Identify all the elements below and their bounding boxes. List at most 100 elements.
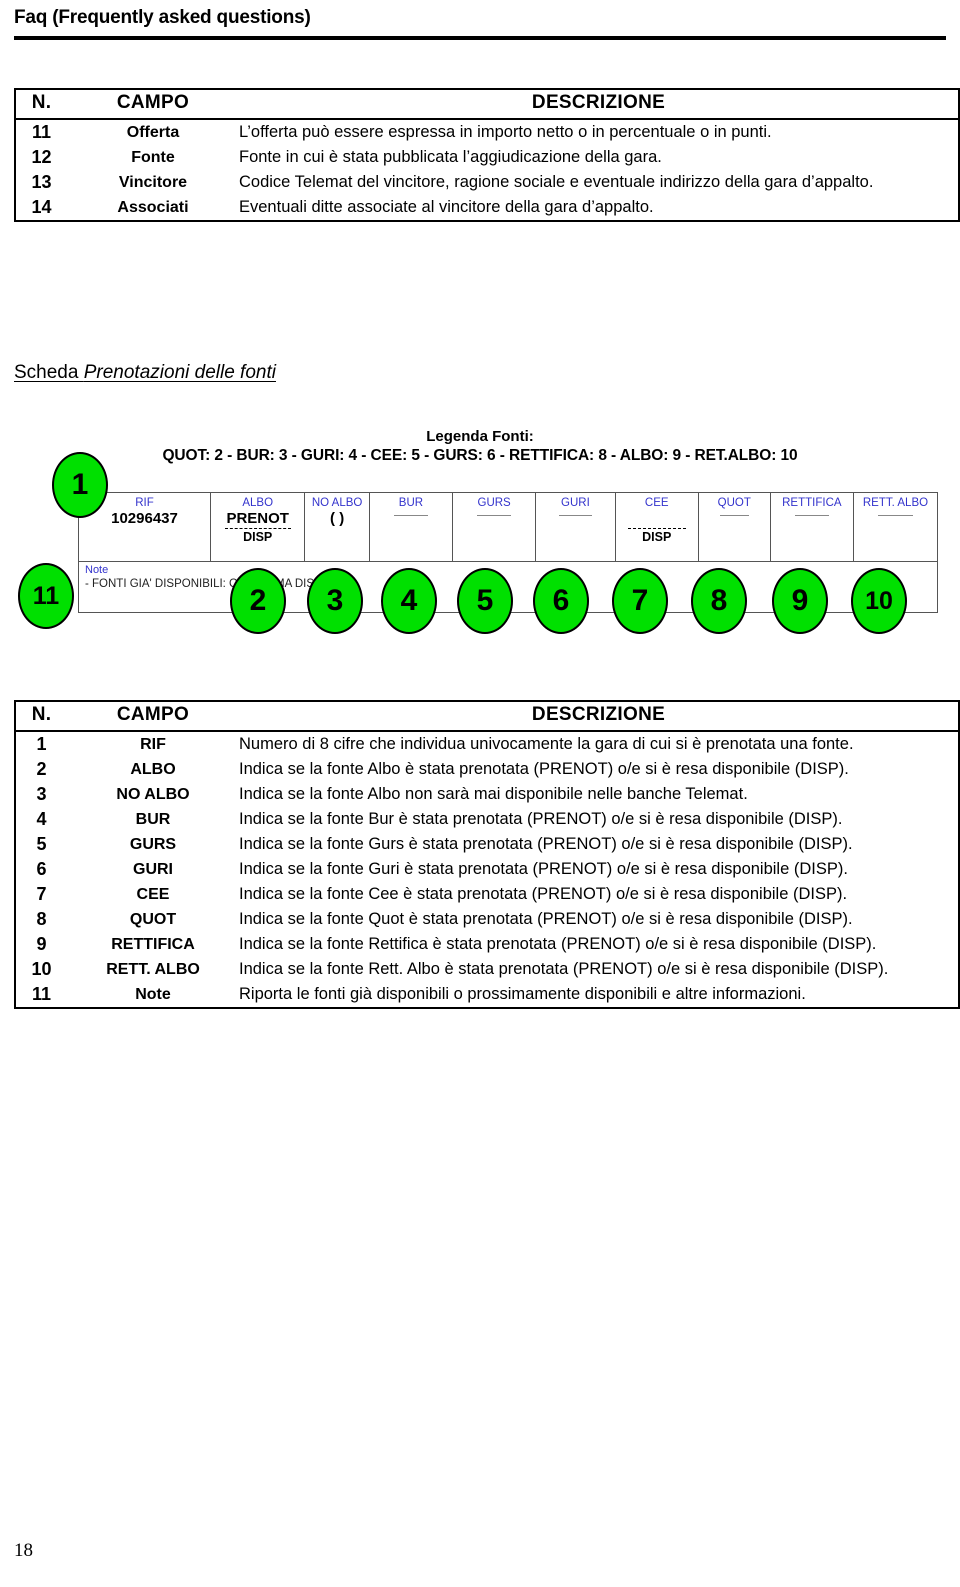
cell-number: 6 xyxy=(36,859,47,879)
cell-descrizione: Fonte in cui è stata pubblicata l’aggiud… xyxy=(239,148,662,166)
cell-descrizione: Indica se la fonte Bur è stata prenotata… xyxy=(239,810,843,828)
column-header-descrizione: DESCRIZIONE xyxy=(239,701,959,732)
screenshot-column-label: RETT. ALBO xyxy=(862,497,929,509)
screenshot-column-gurs: GURS xyxy=(453,493,537,561)
callout-6: 6 xyxy=(533,568,589,634)
page-title: Faq (Frequently asked questions) xyxy=(14,7,311,28)
column-header-n: N. xyxy=(15,701,67,732)
table-row: 5 GURS Indica se la fonte Gurs è stata pre… xyxy=(15,832,959,857)
cell-campo: QUOT xyxy=(129,911,177,928)
table-row: 3 NO ALBO Indica se la fonte Albo non sarà… xyxy=(15,782,959,807)
screenshot-column-label: GURS xyxy=(477,497,511,509)
screenshot-column-substatus: DISP xyxy=(642,530,672,544)
cell-campo: NO ALBO xyxy=(116,786,190,803)
cell-campo: GURI xyxy=(133,861,173,878)
legend-title: Legenda Fonti: xyxy=(426,428,534,445)
screenshot-empty-line xyxy=(719,515,749,516)
screenshot-column-label: NO ALBO xyxy=(311,497,363,509)
cell-campo: Offerta xyxy=(126,124,180,141)
section-heading-italic: Prenotazioni delle fonti xyxy=(83,362,276,383)
cell-descrizione: Indica se la fonte Rettifica è stata pre… xyxy=(239,935,877,953)
cell-campo: Associati xyxy=(117,199,189,216)
cell-number: 8 xyxy=(36,909,47,929)
table-row: 4 BUR Indica se la fonte Bur è stata preno… xyxy=(15,807,959,832)
screenshot-column-label: BUR xyxy=(398,497,424,509)
cell-number: 11 xyxy=(31,122,52,142)
callout-7: 7 xyxy=(612,568,668,634)
cell-campo: Note xyxy=(135,986,171,1003)
table-row: 1 RIF Numero di 8 cifre che individua univ… xyxy=(15,731,959,757)
screenshot-empty-line xyxy=(794,515,830,516)
figure-legend: Legenda Fonti: QUOT: 2 - BUR: 3 - GURI: … xyxy=(0,428,960,466)
screenshot-column-label: GURI xyxy=(561,497,590,509)
screenshot-column-quot: QUOT xyxy=(699,493,771,561)
cell-descrizione: Numero di 8 cifre che individua univocam… xyxy=(239,735,854,753)
page-header: Faq (Frequently asked questions) xyxy=(14,6,946,30)
table-row: 11 Note Riporta le fonti già disponibili o… xyxy=(15,982,959,1008)
cell-descrizione: Indica se la fonte Rett. Albo è stata pr… xyxy=(239,960,889,978)
screenshot-column-label: RETTIFICA xyxy=(782,497,842,509)
callout-4: 4 xyxy=(381,568,437,634)
cell-descrizione: Codice Telemat del vincitore, ragione so… xyxy=(239,173,874,191)
cell-number: 10 xyxy=(31,959,52,979)
table-row: 10 RETT. ALBO Indica se la fonte Rett. Alb… xyxy=(15,957,959,982)
screenshot-column-bur: BUR xyxy=(370,493,454,561)
cell-descrizione: Eventuali ditte associate al vincitore d… xyxy=(239,198,654,216)
screenshot-column-value: 10296437 xyxy=(111,510,178,527)
header-divider xyxy=(14,36,946,40)
cell-number: 7 xyxy=(36,884,47,904)
cell-descrizione: Indica se la fonte Quot è stata prenotat… xyxy=(239,910,853,928)
screenshot-column-guri: GURI xyxy=(536,493,616,561)
cell-descrizione: Indica se la fonte Albo è stata prenotat… xyxy=(239,760,849,778)
cell-number: 4 xyxy=(36,809,47,829)
screenshot-column-label: CEE xyxy=(644,497,669,509)
cell-campo: Fonte xyxy=(131,149,175,166)
column-header-campo: CAMPO xyxy=(67,701,239,732)
screenshot-empty-line xyxy=(476,515,512,516)
section-heading-prefix: Scheda xyxy=(14,362,84,383)
callout-10: 10 xyxy=(851,568,907,634)
screenshot-columns-row: RIF 10296437 ALBO PRENOT DISP NO ALBO( ) BUR GU… xyxy=(79,493,937,561)
cell-number: 12 xyxy=(31,147,52,167)
figure-prenotazioni-fonti: Legenda Fonti: QUOT: 2 - BUR: 3 - GURI: … xyxy=(0,420,960,655)
screenshot-column-no-albo: NO ALBO( ) xyxy=(305,493,370,561)
callout-8: 8 xyxy=(691,568,747,634)
fields-table-top: N. CAMPO DESCRIZIONE 11 Offerta L’offerta … xyxy=(14,88,960,222)
column-header-descrizione: DESCRIZIONE xyxy=(239,89,959,120)
column-header-campo: CAMPO xyxy=(67,89,239,120)
cell-number: 2 xyxy=(36,759,47,779)
screenshot-column-substatus: DISP xyxy=(243,530,273,544)
screenshot-empty-line xyxy=(393,515,429,516)
screenshot-column-rettifica: RETTIFICA xyxy=(771,493,854,561)
screenshot-column-value: PRENOT xyxy=(226,510,289,527)
cell-descrizione: Indica se la fonte Gurs è stata prenotat… xyxy=(239,835,853,853)
screenshot-empty-line xyxy=(559,515,592,516)
table-row: 7 CEE Indica se la fonte Cee è stata preno… xyxy=(15,882,959,907)
cell-campo: GURS xyxy=(129,836,177,853)
screenshot-column-albo: ALBO PRENOT DISP xyxy=(211,493,306,561)
callout-5: 5 xyxy=(457,568,513,634)
cell-campo: RIF xyxy=(140,736,166,753)
callout-2: 2 xyxy=(230,568,286,634)
screenshot-column-label: QUOT xyxy=(717,497,751,509)
legend-sources-line: QUOT: 2 - BUR: 3 - GURI: 4 - CEE: 5 - GU… xyxy=(162,447,798,464)
screenshot-column-value: ( ) xyxy=(330,510,345,527)
cell-number: 14 xyxy=(31,197,52,217)
callout-9: 9 xyxy=(772,568,828,634)
table-row: 14 Associati Eventuali ditte associate al … xyxy=(15,195,959,221)
table-row: 9 RETTIFICA Indica se la fonte Rettifica è… xyxy=(15,932,959,957)
cell-descrizione: Indica se la fonte Albo non sarà mai dis… xyxy=(239,785,748,803)
cell-number: 5 xyxy=(36,834,47,854)
callout-11: 11 xyxy=(18,563,74,629)
cell-descrizione: Riporta le fonti già disponibili o pross… xyxy=(239,985,806,1003)
screenshot-empty-line xyxy=(878,515,913,516)
cell-campo: ALBO xyxy=(130,761,176,778)
cell-campo: RETT. ALBO xyxy=(106,961,200,978)
cell-campo: RETTIFICA xyxy=(111,936,195,953)
callout-1: 1 xyxy=(52,452,108,518)
screenshot-column-rett-albo: RETT. ALBO xyxy=(854,493,937,561)
cell-descrizione: Indica se la fonte Guri è stata prenotat… xyxy=(239,860,848,878)
table-header-row: N. CAMPO DESCRIZIONE xyxy=(15,89,959,120)
section-heading: Scheda Prenotazioni delle fonti xyxy=(14,360,276,386)
cell-number: 9 xyxy=(36,934,47,954)
